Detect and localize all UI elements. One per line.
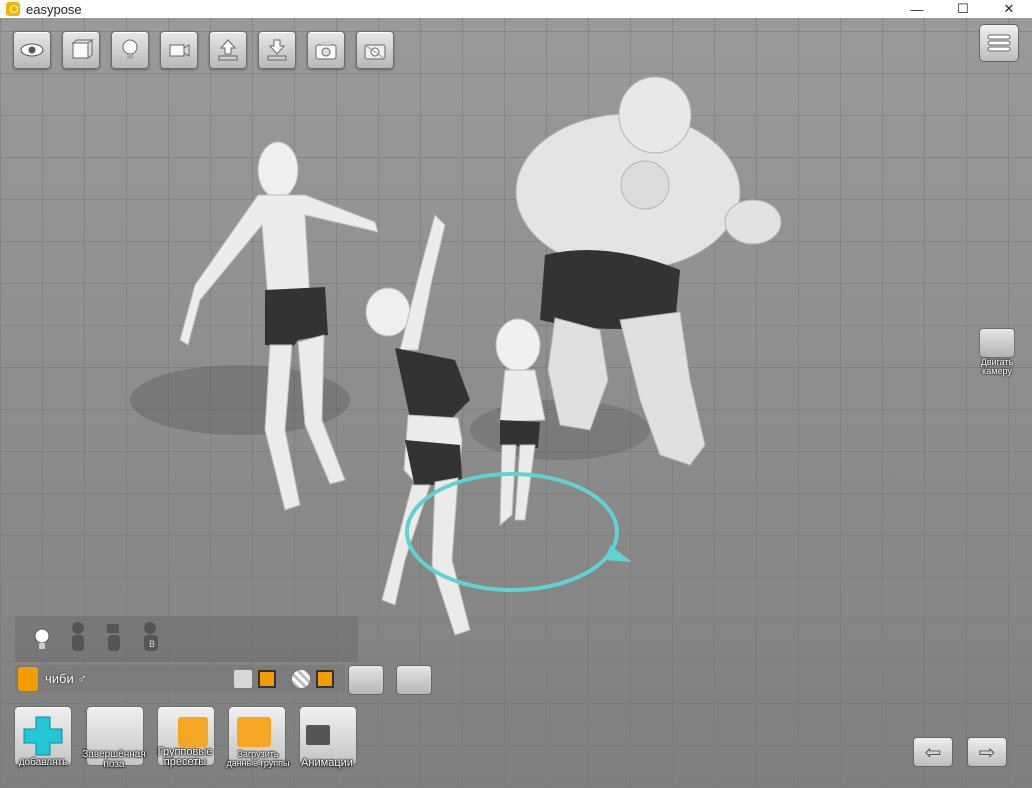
title-bar: easypose — ☐ ✕ [0,0,1032,18]
model-name-box[interactable]: чиби ♂ [15,665,345,693]
animations-label: Анимации [301,757,353,769]
model-settings-button[interactable] [396,665,432,695]
back-arrow-button[interactable]: ⇦ [913,737,953,767]
female-figure[interactable] [365,214,471,636]
chibi-figure[interactable] [495,318,546,527]
pose-mirror-button[interactable] [348,665,384,695]
person-icon [18,667,38,691]
camera-icon[interactable] [307,31,345,69]
hamburger-menu-button[interactable] [979,24,1019,62]
male-figure[interactable] [179,141,379,511]
minimize-button[interactable]: — [894,0,940,18]
close-button[interactable]: ✕ [986,0,1032,18]
muscular-figure[interactable] [515,76,782,466]
selected-model-row: чиби ♂ [15,665,435,695]
upload-icon[interactable] [209,31,247,69]
color-swatch[interactable] [258,670,276,688]
light-layer-icon[interactable] [32,620,52,658]
group-upload-icon [237,717,271,747]
group-presets-label: Групповые пресеты [150,747,220,768]
forward-arrow-button[interactable]: ⇨ [967,737,1007,767]
load-group-line2: данные группы [226,758,290,768]
camera-transparent-icon[interactable] [356,31,394,69]
background-layer-icon[interactable]: B [140,620,160,658]
group-presets-line2: пресеты [163,756,207,768]
maximize-button[interactable]: ☐ [940,0,986,18]
rotation-handle[interactable] [606,545,632,562]
move-camera-button[interactable]: Двигать камеру [975,328,1019,376]
app-icon [6,2,20,16]
menu-icon [987,34,1011,52]
load-group-label: Загрузить данные группы [222,750,294,768]
model-name-text: чиби [45,671,74,686]
window-title: easypose [26,1,82,17]
transparency-swatch[interactable] [316,670,334,688]
download-icon[interactable] [258,31,296,69]
film-icon [306,725,330,745]
cube-icon[interactable] [62,31,100,69]
eye-icon[interactable] [13,31,51,69]
move-camera-label: камеру [982,366,1012,376]
camera-layer-icon[interactable] [104,620,124,658]
svg-text:B: B [149,639,155,649]
lightbulb-icon[interactable] [111,31,149,69]
group-g-icon [178,717,208,747]
model-gender-mark: ♂ [77,671,88,686]
transparency-icon [292,670,310,688]
finished-pose-line2: поза [103,759,125,770]
camera-move-icon [979,328,1015,358]
camera-move-icon[interactable] [160,31,198,69]
add-label: добавлять [18,757,68,768]
layer-panel [15,616,358,662]
finished-pose-label: Завершённая поза [76,750,152,770]
figure-layer-icon[interactable] [68,620,88,658]
model-name: чиби ♂ [45,671,87,686]
window-controls: — ☐ ✕ [894,0,1032,18]
texture-icon [234,670,252,688]
